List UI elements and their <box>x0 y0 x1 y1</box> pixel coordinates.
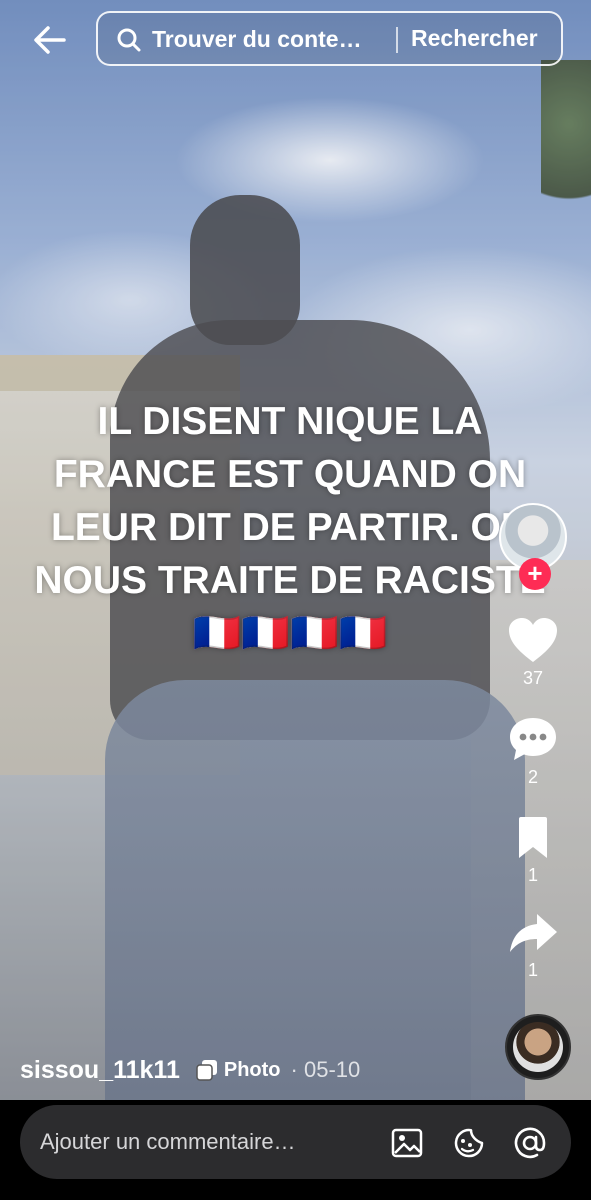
like-count: 37 <box>522 668 544 688</box>
back-button[interactable] <box>28 22 72 58</box>
share-button[interactable]: 1 <box>491 910 575 981</box>
action-rail: + 37 2 1 1 <box>491 0 591 1100</box>
share-count: 1 <box>527 960 538 980</box>
photo-stack-icon <box>196 1060 217 1081</box>
search-input[interactable] <box>152 23 382 55</box>
post-date: · 05-10 <box>290 1057 361 1082</box>
heart-icon <box>509 618 557 662</box>
share-icon <box>510 914 557 952</box>
plus-icon: + <box>527 558 543 588</box>
search-divider <box>396 27 398 53</box>
comment-count: 2 <box>527 767 538 787</box>
emoji-icon[interactable] <box>452 1126 486 1160</box>
comment-input[interactable] <box>40 1125 360 1159</box>
creator-avatar-button[interactable]: + <box>499 503 567 590</box>
bookmark-count: 1 <box>527 865 538 885</box>
post-meta: sissou_11k11 Photo · 05-10 <box>20 1053 360 1087</box>
post-type-label: Photo <box>223 1058 281 1081</box>
comment-button[interactable]: 2 <box>491 715 575 788</box>
bookmark-icon <box>519 817 547 858</box>
search-icon <box>117 28 141 52</box>
comment-bar <box>20 1105 571 1179</box>
image-icon[interactable] <box>390 1126 424 1160</box>
back-arrow-icon <box>34 26 66 54</box>
post-type-badge: Photo <box>196 1059 281 1082</box>
username[interactable]: sissou_11k11 <box>20 1056 180 1085</box>
comment-icon <box>510 718 556 760</box>
bookmark-button[interactable]: 1 <box>491 815 575 886</box>
at-icon[interactable] <box>513 1126 547 1160</box>
post-caption: IL DISENT NIQUE LA FRANCE EST QUAND ON L… <box>34 400 546 655</box>
follow-button[interactable]: + <box>519 558 551 590</box>
sound-disc-avatar <box>513 1022 563 1072</box>
bottom-bar <box>0 1100 591 1200</box>
sound-disc[interactable] <box>505 1014 571 1080</box>
like-button[interactable]: 37 <box>491 616 575 689</box>
